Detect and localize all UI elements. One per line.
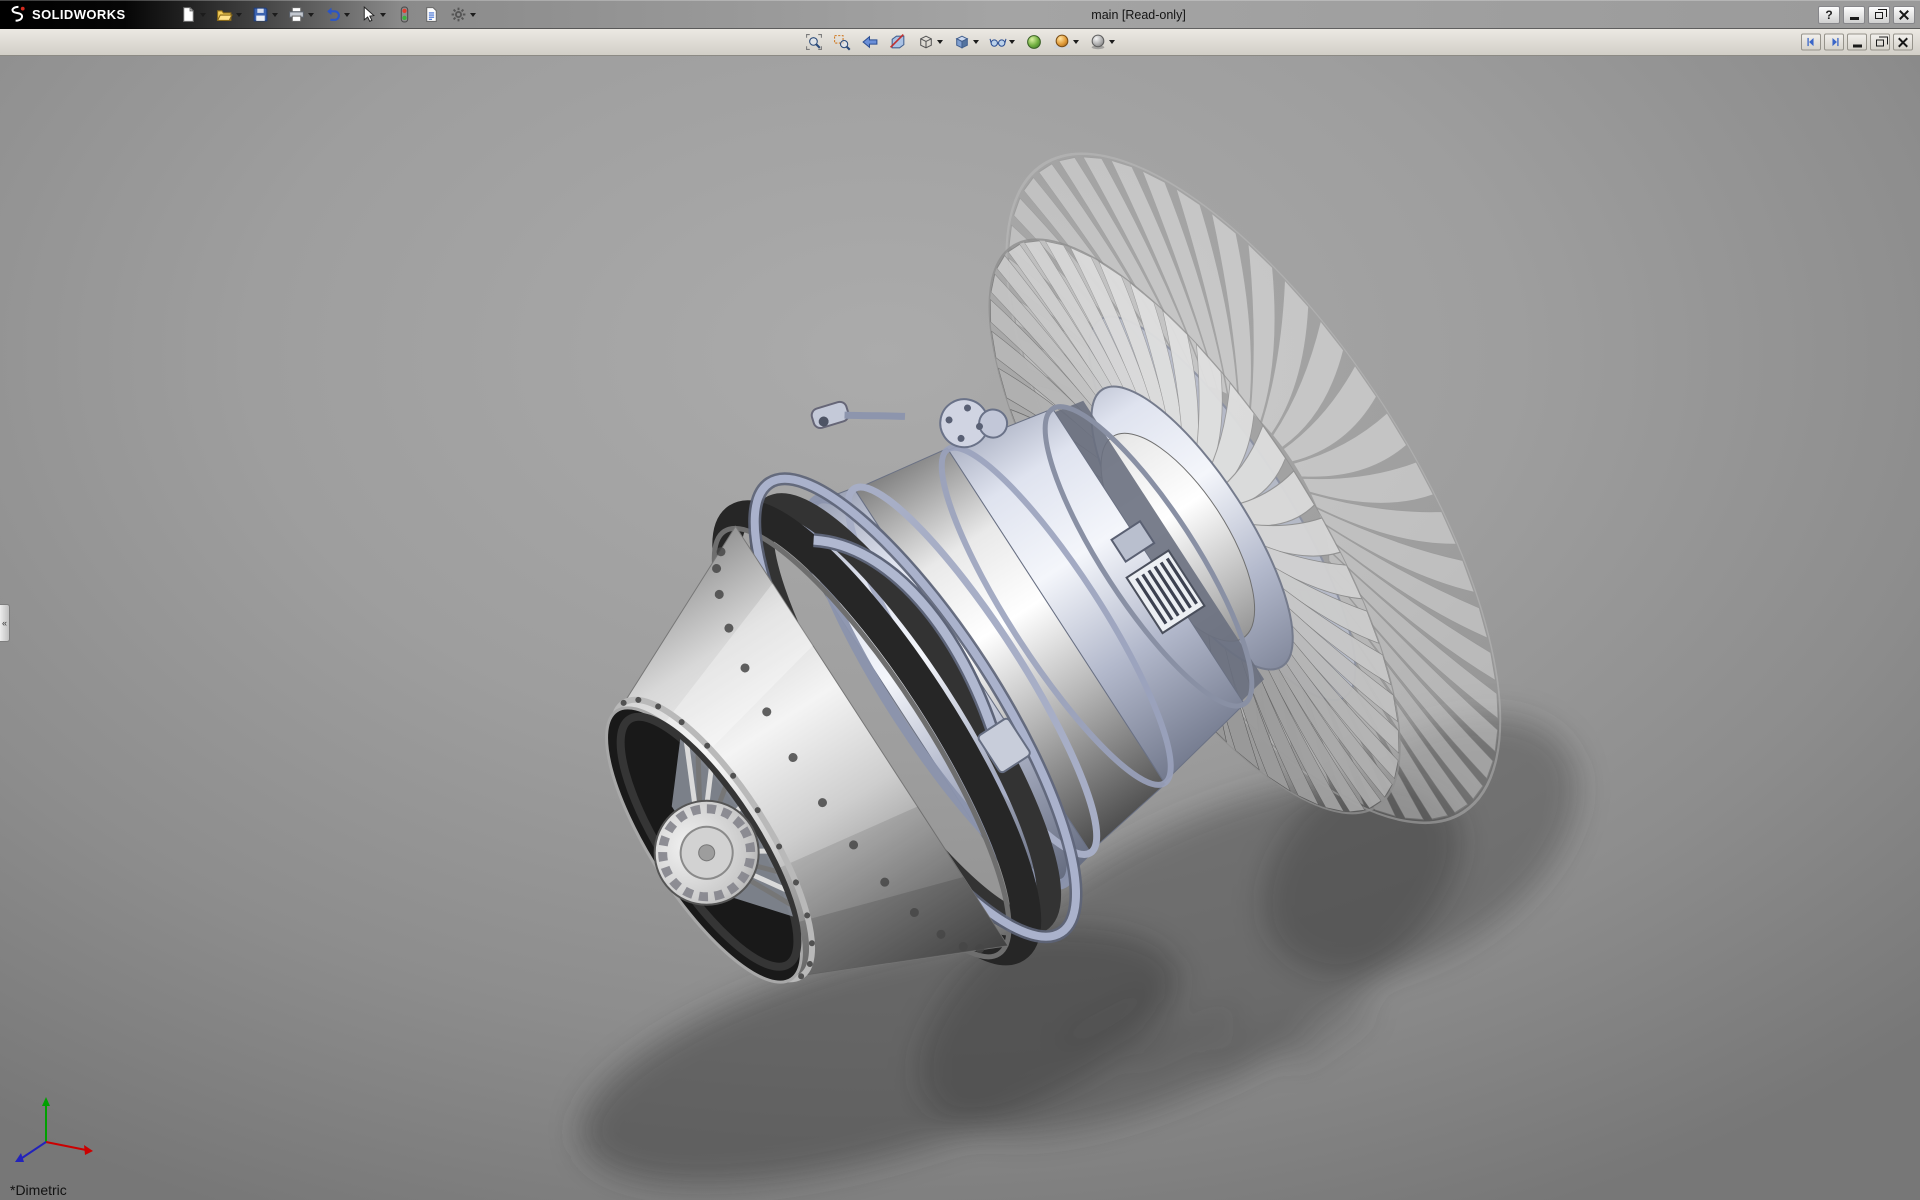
featuremanager-collapsed-tab[interactable]: «: [0, 604, 10, 642]
zoom-to-fit-icon: [805, 33, 823, 51]
select-cursor-icon: [360, 6, 377, 23]
section-view-button[interactable]: [886, 31, 910, 54]
dropdown-arrow-icon[interactable]: [344, 13, 350, 17]
x-axis-arrow: [84, 1145, 93, 1155]
mount-bracket: [805, 369, 905, 461]
close-document-button[interactable]: [1893, 34, 1913, 51]
previous-view-icon: [861, 33, 879, 51]
viewport-canvas[interactable]: [0, 56, 1920, 1200]
maximize-button[interactable]: [1868, 6, 1890, 24]
save-icon: [252, 6, 269, 23]
file-properties-button[interactable]: [419, 3, 444, 27]
minimize-document-button[interactable]: [1847, 34, 1867, 51]
dropdown-arrow-icon[interactable]: [308, 13, 314, 17]
apply-scene-icon: [1053, 33, 1071, 51]
close-icon: [1899, 10, 1909, 20]
y-axis-arrow: [42, 1097, 50, 1106]
edit-appearance-sphere-icon: [1025, 33, 1043, 51]
options-icon: [450, 6, 467, 23]
previous-document-button[interactable]: [1801, 34, 1821, 51]
graphics-area[interactable]: « *Dimetric: [0, 56, 1920, 1200]
close-icon: [1898, 37, 1908, 47]
print-button[interactable]: [284, 3, 318, 27]
dropdown-arrow-icon[interactable]: [470, 13, 476, 17]
headsup-toolbar-group: [802, 31, 1118, 54]
zoom-to-fit-button[interactable]: [802, 31, 826, 54]
view-settings-button[interactable]: [1086, 31, 1118, 54]
window-controls: ?: [1818, 6, 1915, 24]
close-button[interactable]: [1893, 6, 1915, 24]
dropdown-arrow-icon[interactable]: [380, 13, 386, 17]
dropdown-arrow-icon[interactable]: [1109, 40, 1115, 44]
open-button[interactable]: [212, 3, 246, 27]
dropdown-arrow-icon[interactable]: [200, 13, 206, 17]
rebuild-traffic-light-icon: [396, 6, 413, 23]
undo-button[interactable]: [320, 3, 354, 27]
options-button[interactable]: [446, 3, 480, 27]
previous-view-button[interactable]: [858, 31, 882, 54]
app-brand: SOLIDWORKS: [0, 0, 136, 29]
new-document-button[interactable]: [176, 3, 210, 27]
next-document-button[interactable]: [1824, 34, 1844, 51]
new-document-icon: [180, 6, 197, 23]
file-properties-icon: [423, 6, 440, 23]
print-icon: [288, 6, 305, 23]
minimize-icon: [1850, 17, 1859, 20]
view-orientation-cube-icon: [917, 33, 935, 51]
titlebar: SOLIDWORKS main [Read-only] ?: [0, 0, 1920, 29]
document-window-controls: [1801, 34, 1913, 51]
minimize-button[interactable]: [1843, 6, 1865, 24]
zoom-to-area-icon: [833, 33, 851, 51]
view-orientation-button[interactable]: [914, 31, 946, 54]
view-orientation-label: *Dimetric: [10, 1182, 67, 1198]
maximize-icon: [1875, 12, 1883, 19]
dropdown-arrow-icon[interactable]: [236, 13, 242, 17]
display-style-icon: [953, 33, 971, 51]
display-style-button[interactable]: [950, 31, 982, 54]
save-button[interactable]: [248, 3, 282, 27]
help-button[interactable]: ?: [1818, 6, 1840, 24]
open-folder-icon: [216, 6, 233, 23]
select-button[interactable]: [356, 3, 390, 27]
previous-document-icon: [1805, 36, 1818, 49]
apply-scene-button[interactable]: [1050, 31, 1082, 54]
orientation-triad[interactable]: [15, 1097, 93, 1162]
rebuild-button[interactable]: [392, 3, 417, 27]
edit-appearance-button[interactable]: [1022, 31, 1046, 54]
dropdown-arrow-icon[interactable]: [937, 40, 943, 44]
dropdown-arrow-icon[interactable]: [973, 40, 979, 44]
dropdown-arrow-icon[interactable]: [1009, 40, 1015, 44]
section-view-icon: [889, 33, 907, 51]
main-toolbar: [176, 3, 480, 27]
hide-show-items-button[interactable]: [986, 31, 1018, 54]
next-document-icon: [1828, 36, 1841, 49]
undo-icon: [324, 6, 341, 23]
heads-up-view-toolbar: [0, 29, 1920, 56]
restore-icon: [1876, 40, 1884, 47]
restore-document-button[interactable]: [1870, 34, 1890, 51]
zoom-to-area-button[interactable]: [830, 31, 854, 54]
dropdown-arrow-icon[interactable]: [272, 13, 278, 17]
hide-show-items-icon: [989, 33, 1007, 51]
window-title: main [Read-only]: [1091, 8, 1186, 22]
app-name: SOLIDWORKS: [32, 7, 126, 22]
dropdown-arrow-icon[interactable]: [1073, 40, 1079, 44]
solidworks-logo-icon: [8, 5, 27, 24]
view-settings-icon: [1089, 33, 1107, 51]
minimize-icon: [1853, 45, 1862, 48]
